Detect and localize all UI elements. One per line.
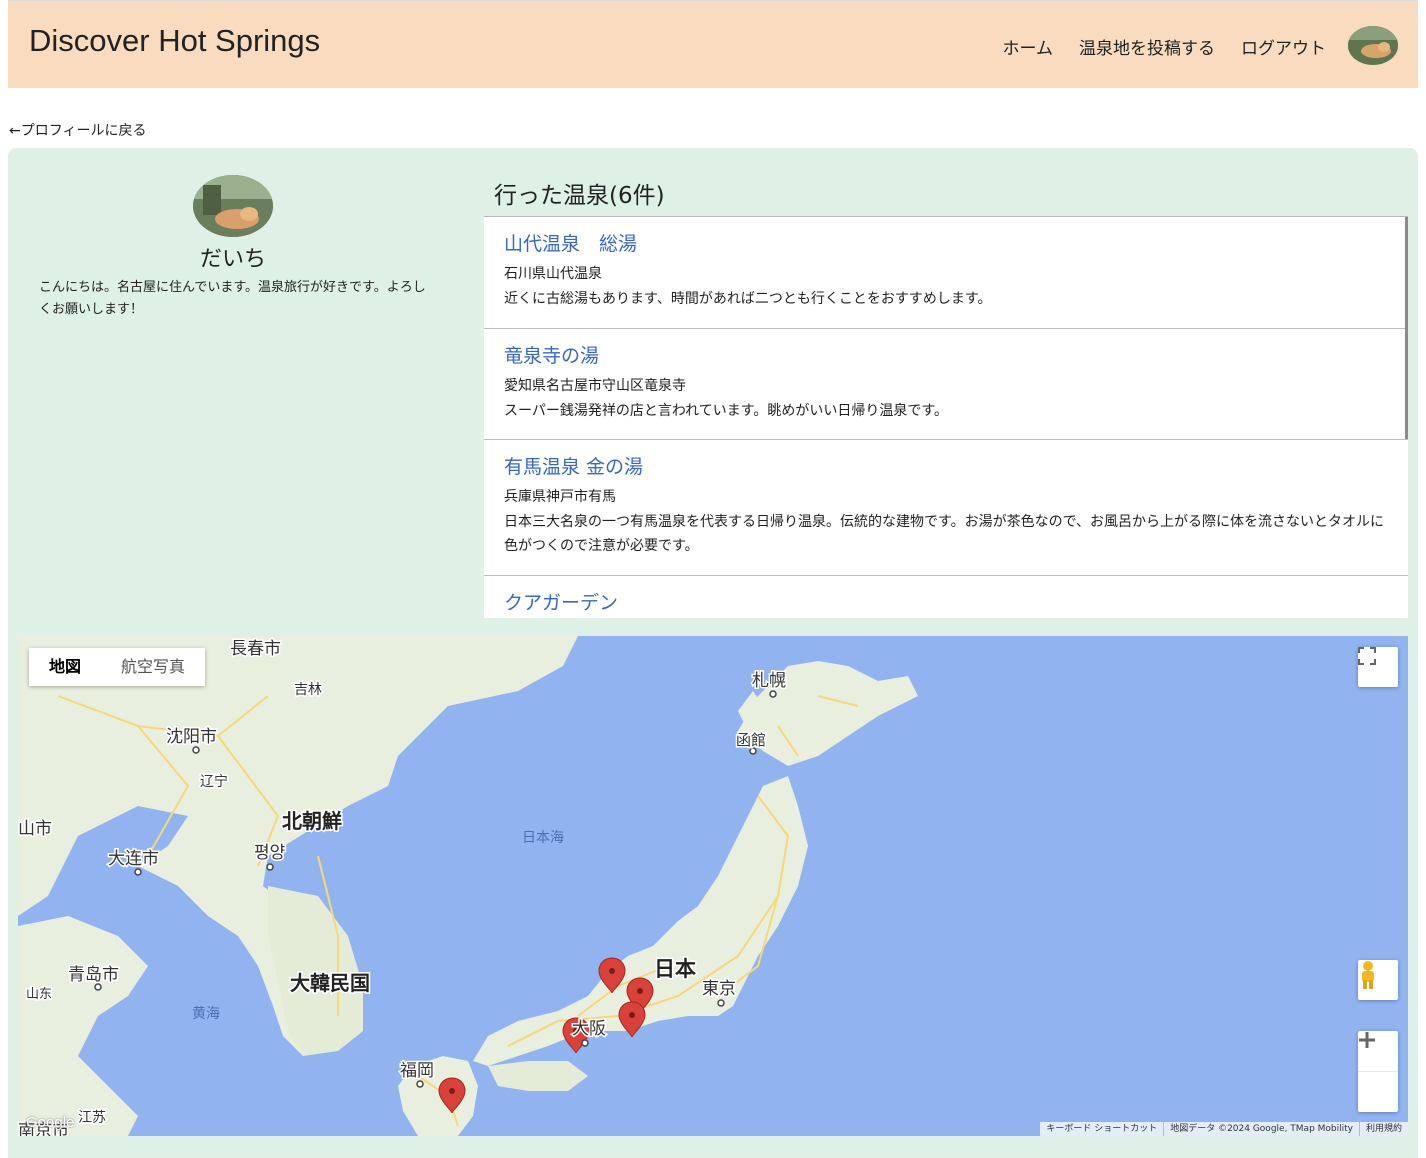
map-type-roadmap-button[interactable]: 地図	[29, 648, 101, 686]
fullscreen-icon	[1358, 647, 1376, 665]
list-item: 有馬温泉 金の湯 兵庫県神戸市有馬 日本三大名泉の一つ有馬温泉を代表する日帰り温…	[484, 440, 1408, 576]
map-attribution: キーボード ショートカット 地図データ ©2024 Google, TMap M…	[1040, 1122, 1408, 1136]
brand-logo[interactable]: Discover Hot Springs	[29, 23, 320, 59]
map-label: 長春市	[230, 639, 281, 659]
spring-location: 石川県山代温泉	[504, 266, 602, 282]
map-type-control: 地図 航空写真	[29, 648, 206, 686]
street-view-pegman[interactable]	[1358, 960, 1398, 1000]
spring-location: 兵庫県神戸市有馬	[504, 489, 616, 505]
map-label: 青岛市	[68, 965, 119, 985]
zoom-control	[1358, 1031, 1398, 1112]
map-label: 日本海	[522, 830, 564, 846]
user-avatar[interactable]	[1348, 26, 1398, 65]
spring-location: 愛知県名古屋市守山区竜泉寺	[504, 378, 686, 394]
list-item: クアガーデン	[484, 576, 1408, 618]
nav-links: ホーム 温泉地を投稿する ログアウト	[1003, 34, 1327, 59]
keyboard-shortcuts-link[interactable]: キーボード ショートカット	[1040, 1122, 1163, 1136]
back-to-profile-link[interactable]: ←プロフィールに戻る	[9, 120, 146, 140]
map-label: 大连市	[108, 849, 159, 869]
map-label: 江苏	[78, 1110, 106, 1126]
profile-bio: こんにちは。名古屋に住んでいます。温泉旅行が好きです。よろしくお願いします！	[39, 280, 426, 317]
map-label: 山市	[18, 819, 52, 839]
profile-avatar	[193, 175, 273, 237]
google-logo: Google	[26, 1114, 75, 1131]
list-item: 竜泉寺の湯 愛知県名古屋市守山区竜泉寺 スーパー銭湯発祥の店と言われています。眺…	[484, 329, 1408, 440]
map-label: 東京	[702, 979, 736, 999]
map-label: 辽宁	[200, 773, 228, 790]
map-label: 北朝鮮	[282, 809, 342, 833]
fullscreen-button[interactable]	[1358, 647, 1398, 687]
nav-logout-link[interactable]: ログアウト	[1241, 34, 1326, 59]
arrow-left-icon: ←	[9, 123, 21, 139]
list-scrollbar[interactable]	[1405, 217, 1408, 439]
spring-name-link[interactable]: 竜泉寺の湯	[504, 343, 1388, 369]
list-item: 山代温泉 総湯 石川県山代温泉 近くに古総湯もあります、時間があれば二つとも行く…	[484, 217, 1408, 329]
map-data-credit: 地図データ ©2024 Google, TMap Mobility	[1163, 1122, 1359, 1136]
terms-link[interactable]: 利用規約	[1358, 1122, 1408, 1136]
profile-card: だいち こんにちは。名古屋に住んでいます。温泉旅行が好きです。よろしくお願いしま…	[8, 175, 458, 321]
map-label: 大阪	[572, 1019, 606, 1039]
spring-name-link[interactable]: 有馬温泉 金の湯	[504, 454, 1388, 480]
back-link-label: プロフィールに戻る	[20, 123, 147, 139]
visited-springs-list[interactable]: 山代温泉 総湯 石川県山代温泉 近くに古総湯もあります、時間があれば二つとも行く…	[484, 216, 1408, 618]
map-label: 福岡	[400, 1061, 434, 1081]
visited-springs-title: 行った温泉(6件)	[494, 183, 665, 209]
zoom-out-button[interactable]	[1358, 1038, 1398, 1112]
map-label: 函館	[736, 731, 766, 749]
map-label: 札幌	[752, 671, 786, 691]
spring-name-link[interactable]: 山代温泉 総湯	[504, 231, 1388, 257]
spring-name-link[interactable]: クアガーデン	[504, 590, 1388, 616]
map-type-satellite-button[interactable]: 航空写真	[101, 648, 205, 686]
nav-post-spring-link[interactable]: 温泉地を投稿する	[1079, 34, 1215, 59]
spring-description: 近くに古総湯もあります、時間があれば二つとも行くことをおすすめします。	[504, 291, 992, 307]
springs-map[interactable]: 長春市 吉林 沈阳市 辽宁 北朝鮮 평양 大连市 山市 札幌 函館 日本海 日本…	[18, 636, 1408, 1136]
map-label: 吉林	[294, 682, 322, 698]
profile-name: だいち	[199, 247, 266, 272]
map-label: 大韓民国	[290, 971, 370, 995]
map-label: 黄海	[192, 1005, 220, 1022]
navbar: Discover Hot Springs ホーム 温泉地を投稿する ログアウト	[8, 0, 1418, 88]
map-label: 山东	[26, 987, 52, 1002]
map-label: 日本	[654, 957, 696, 981]
map-label: 沈阳市	[166, 727, 217, 747]
spring-description: 日本三大名泉の一つ有馬温泉を代表する日帰り温泉。伝統的な建物です。お湯が茶色なの…	[504, 514, 1385, 554]
map-label: 평양	[254, 843, 285, 863]
spring-description: スーパー銭湯発祥の店と言われています。眺めがいい日帰り温泉です。	[504, 403, 948, 419]
minus-icon	[1359, 1038, 1375, 1042]
pegman-icon	[1362, 961, 1374, 989]
nav-home-link[interactable]: ホーム	[1003, 34, 1054, 59]
map-canvas[interactable]: 長春市 吉林 沈阳市 辽宁 北朝鮮 평양 大连市 山市 札幌 函館 日本海 日本…	[18, 636, 1408, 1136]
